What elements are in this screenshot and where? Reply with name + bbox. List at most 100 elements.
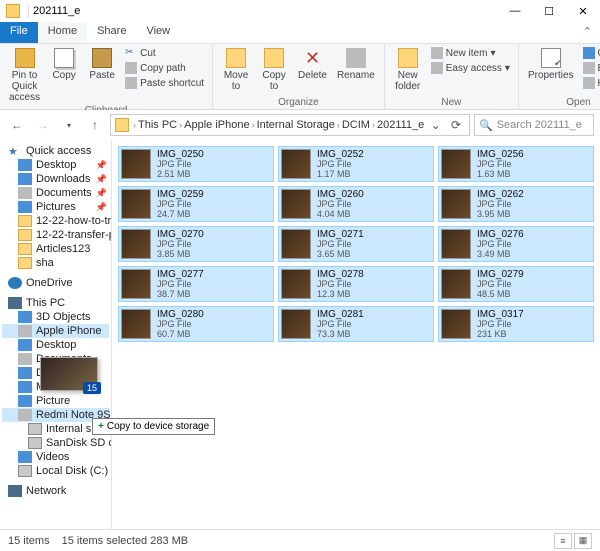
- tree-sandisk[interactable]: SanDisk SD card: [2, 436, 109, 450]
- file-thumbnail: [441, 189, 471, 219]
- easy-access-button[interactable]: Easy access▾: [429, 61, 512, 75]
- search-input[interactable]: 🔍 Search 202111_e: [474, 114, 594, 136]
- file-item[interactable]: IMG_0250JPG File2.51 MB: [118, 146, 274, 182]
- documents-icon: [18, 353, 32, 365]
- file-thumbnail: [281, 229, 311, 259]
- tree-quick-access[interactable]: ★Quick access: [2, 144, 109, 158]
- paste-button[interactable]: Paste: [85, 46, 119, 83]
- tree-folder-2[interactable]: 12-22-transfer-photos-: [2, 228, 109, 242]
- tree-apple-iphone[interactable]: Apple iPhone: [2, 324, 109, 338]
- crumb-device[interactable]: Apple iPhone: [184, 119, 249, 131]
- file-item[interactable]: IMG_0262JPG File3.95 MB: [438, 186, 594, 222]
- file-item[interactable]: IMG_0281JPG File73.3 MB: [278, 306, 434, 342]
- copy-path-button[interactable]: Copy path: [123, 61, 206, 75]
- file-thumbnail: [281, 269, 311, 299]
- window-minimize-button[interactable]: —: [498, 0, 532, 22]
- open-button[interactable]: Open▾: [581, 46, 600, 60]
- tree-redmi[interactable]: Redmi Note 9S: [2, 408, 109, 422]
- separator: [28, 4, 29, 18]
- tree-3d-objects[interactable]: 3D Objects: [2, 310, 109, 324]
- chevron-down-icon: ▾: [490, 48, 495, 59]
- file-item[interactable]: IMG_0278JPG File12.3 MB: [278, 266, 434, 302]
- tree-desktop-2[interactable]: Desktop: [2, 338, 109, 352]
- file-item[interactable]: IMG_0260JPG File4.04 MB: [278, 186, 434, 222]
- forward-button[interactable]: →: [32, 114, 54, 136]
- tree-pictures[interactable]: Pictures📌: [2, 200, 109, 214]
- copy-to-button[interactable]: Copy to: [257, 46, 291, 94]
- paste-icon: [92, 48, 112, 68]
- tree-videos[interactable]: Videos: [2, 450, 109, 464]
- file-item[interactable]: IMG_0270JPG File3.85 MB: [118, 226, 274, 262]
- status-item-count: 15 items: [8, 535, 50, 547]
- pin-to-quick-access-button[interactable]: Pin to Quick access: [6, 46, 43, 105]
- tree-pictures-2[interactable]: Picture: [2, 394, 109, 408]
- tree-downloads[interactable]: Downloads📌: [2, 172, 109, 186]
- tree-label: Pictures: [36, 201, 76, 213]
- paste-shortcut-button[interactable]: Paste shortcut: [123, 76, 206, 90]
- details-view-button[interactable]: ≡: [554, 533, 572, 549]
- tiles-view-button[interactable]: ▦: [574, 533, 592, 549]
- cut-button[interactable]: ✂Cut: [123, 46, 206, 60]
- window-maximize-button[interactable]: ☐: [532, 0, 566, 22]
- file-tab[interactable]: File: [0, 22, 38, 43]
- tree-music[interactable]: Music: [2, 380, 109, 394]
- file-item[interactable]: IMG_0279JPG File48.5 MB: [438, 266, 594, 302]
- file-thumbnail: [281, 149, 311, 179]
- file-thumbnail: [281, 189, 311, 219]
- file-item[interactable]: IMG_0280JPG File60.7 MB: [118, 306, 274, 342]
- file-item[interactable]: IMG_0256JPG File1.63 MB: [438, 146, 594, 182]
- file-item[interactable]: IMG_0271JPG File3.65 MB: [278, 226, 434, 262]
- file-size: 2.51 MB: [157, 170, 204, 180]
- file-size: 73.3 MB: [317, 330, 364, 340]
- new-folder-button[interactable]: New folder: [391, 46, 425, 94]
- tree-folder-3[interactable]: Articles123: [2, 242, 109, 256]
- tree-this-pc[interactable]: This PC: [2, 296, 109, 310]
- tree-folder-1[interactable]: 12-22-how-to-transfer-: [2, 214, 109, 228]
- file-list[interactable]: IMG_0250JPG File2.51 MBIMG_0252JPG File1…: [112, 140, 600, 529]
- tree-internal-storage[interactable]: Internal shared storage: [2, 422, 109, 436]
- tab-share[interactable]: Share: [87, 22, 136, 43]
- tree-label: 12-22-how-to-transfer-: [36, 215, 112, 227]
- tab-view[interactable]: View: [136, 22, 180, 43]
- crumb-dcim[interactable]: DCIM: [342, 119, 370, 131]
- tree-documents[interactable]: Documents📌: [2, 186, 109, 200]
- ribbon-collapse-icon[interactable]: ⌃: [575, 22, 600, 43]
- tree-documents-2[interactable]: Documents: [2, 352, 109, 366]
- tree-local-disk[interactable]: Local Disk (C:): [2, 464, 109, 478]
- file-name: IMG_0317: [477, 309, 524, 320]
- new-item-button[interactable]: New item▾: [429, 46, 512, 60]
- navigation-tree[interactable]: ★Quick access Desktop📌 Downloads📌 Docume…: [0, 140, 112, 529]
- tree-downloads-2[interactable]: Downlo: [2, 366, 109, 380]
- delete-button[interactable]: ✕Delete: [295, 46, 330, 83]
- file-item[interactable]: IMG_0317JPG File231 KB: [438, 306, 594, 342]
- up-button[interactable]: ↑: [84, 114, 106, 136]
- copy-button[interactable]: Copy: [47, 46, 81, 83]
- rename-button[interactable]: Rename: [334, 46, 378, 83]
- window-close-button[interactable]: ✕: [566, 0, 600, 22]
- crumb-current[interactable]: 202111_e: [377, 119, 424, 131]
- move-to-button[interactable]: Move to: [219, 46, 253, 94]
- tree-onedrive[interactable]: OneDrive: [2, 276, 109, 290]
- back-button[interactable]: ←: [6, 114, 28, 136]
- refresh-icon[interactable]: ⟳: [447, 118, 465, 132]
- new-item-icon: [431, 47, 443, 59]
- recent-locations-button[interactable]: ▾: [58, 114, 80, 136]
- chevron-down-icon: ▾: [505, 63, 510, 74]
- tree-folder-4[interactable]: sha: [2, 256, 109, 270]
- tree-network[interactable]: Network: [2, 484, 109, 498]
- tab-home[interactable]: Home: [38, 22, 87, 43]
- file-item[interactable]: IMG_0259JPG File24.7 MB: [118, 186, 274, 222]
- file-name: IMG_0260: [317, 189, 364, 200]
- file-item[interactable]: IMG_0252JPG File1.17 MB: [278, 146, 434, 182]
- crumb-storage[interactable]: Internal Storage: [257, 119, 335, 131]
- crumb-this-pc[interactable]: This PC: [138, 119, 177, 131]
- breadcrumb[interactable]: › This PC › Apple iPhone › Internal Stor…: [110, 114, 470, 136]
- file-item[interactable]: IMG_0276JPG File3.49 MB: [438, 226, 594, 262]
- breadcrumb-dropdown-icon[interactable]: ⌄: [427, 118, 445, 132]
- tree-desktop[interactable]: Desktop📌: [2, 158, 109, 172]
- edit-button[interactable]: Edit: [581, 61, 600, 75]
- history-button[interactable]: History: [581, 76, 600, 90]
- properties-button[interactable]: ✔Properties: [525, 46, 577, 83]
- file-item[interactable]: IMG_0277JPG File38.7 MB: [118, 266, 274, 302]
- file-name: IMG_0256: [477, 149, 524, 160]
